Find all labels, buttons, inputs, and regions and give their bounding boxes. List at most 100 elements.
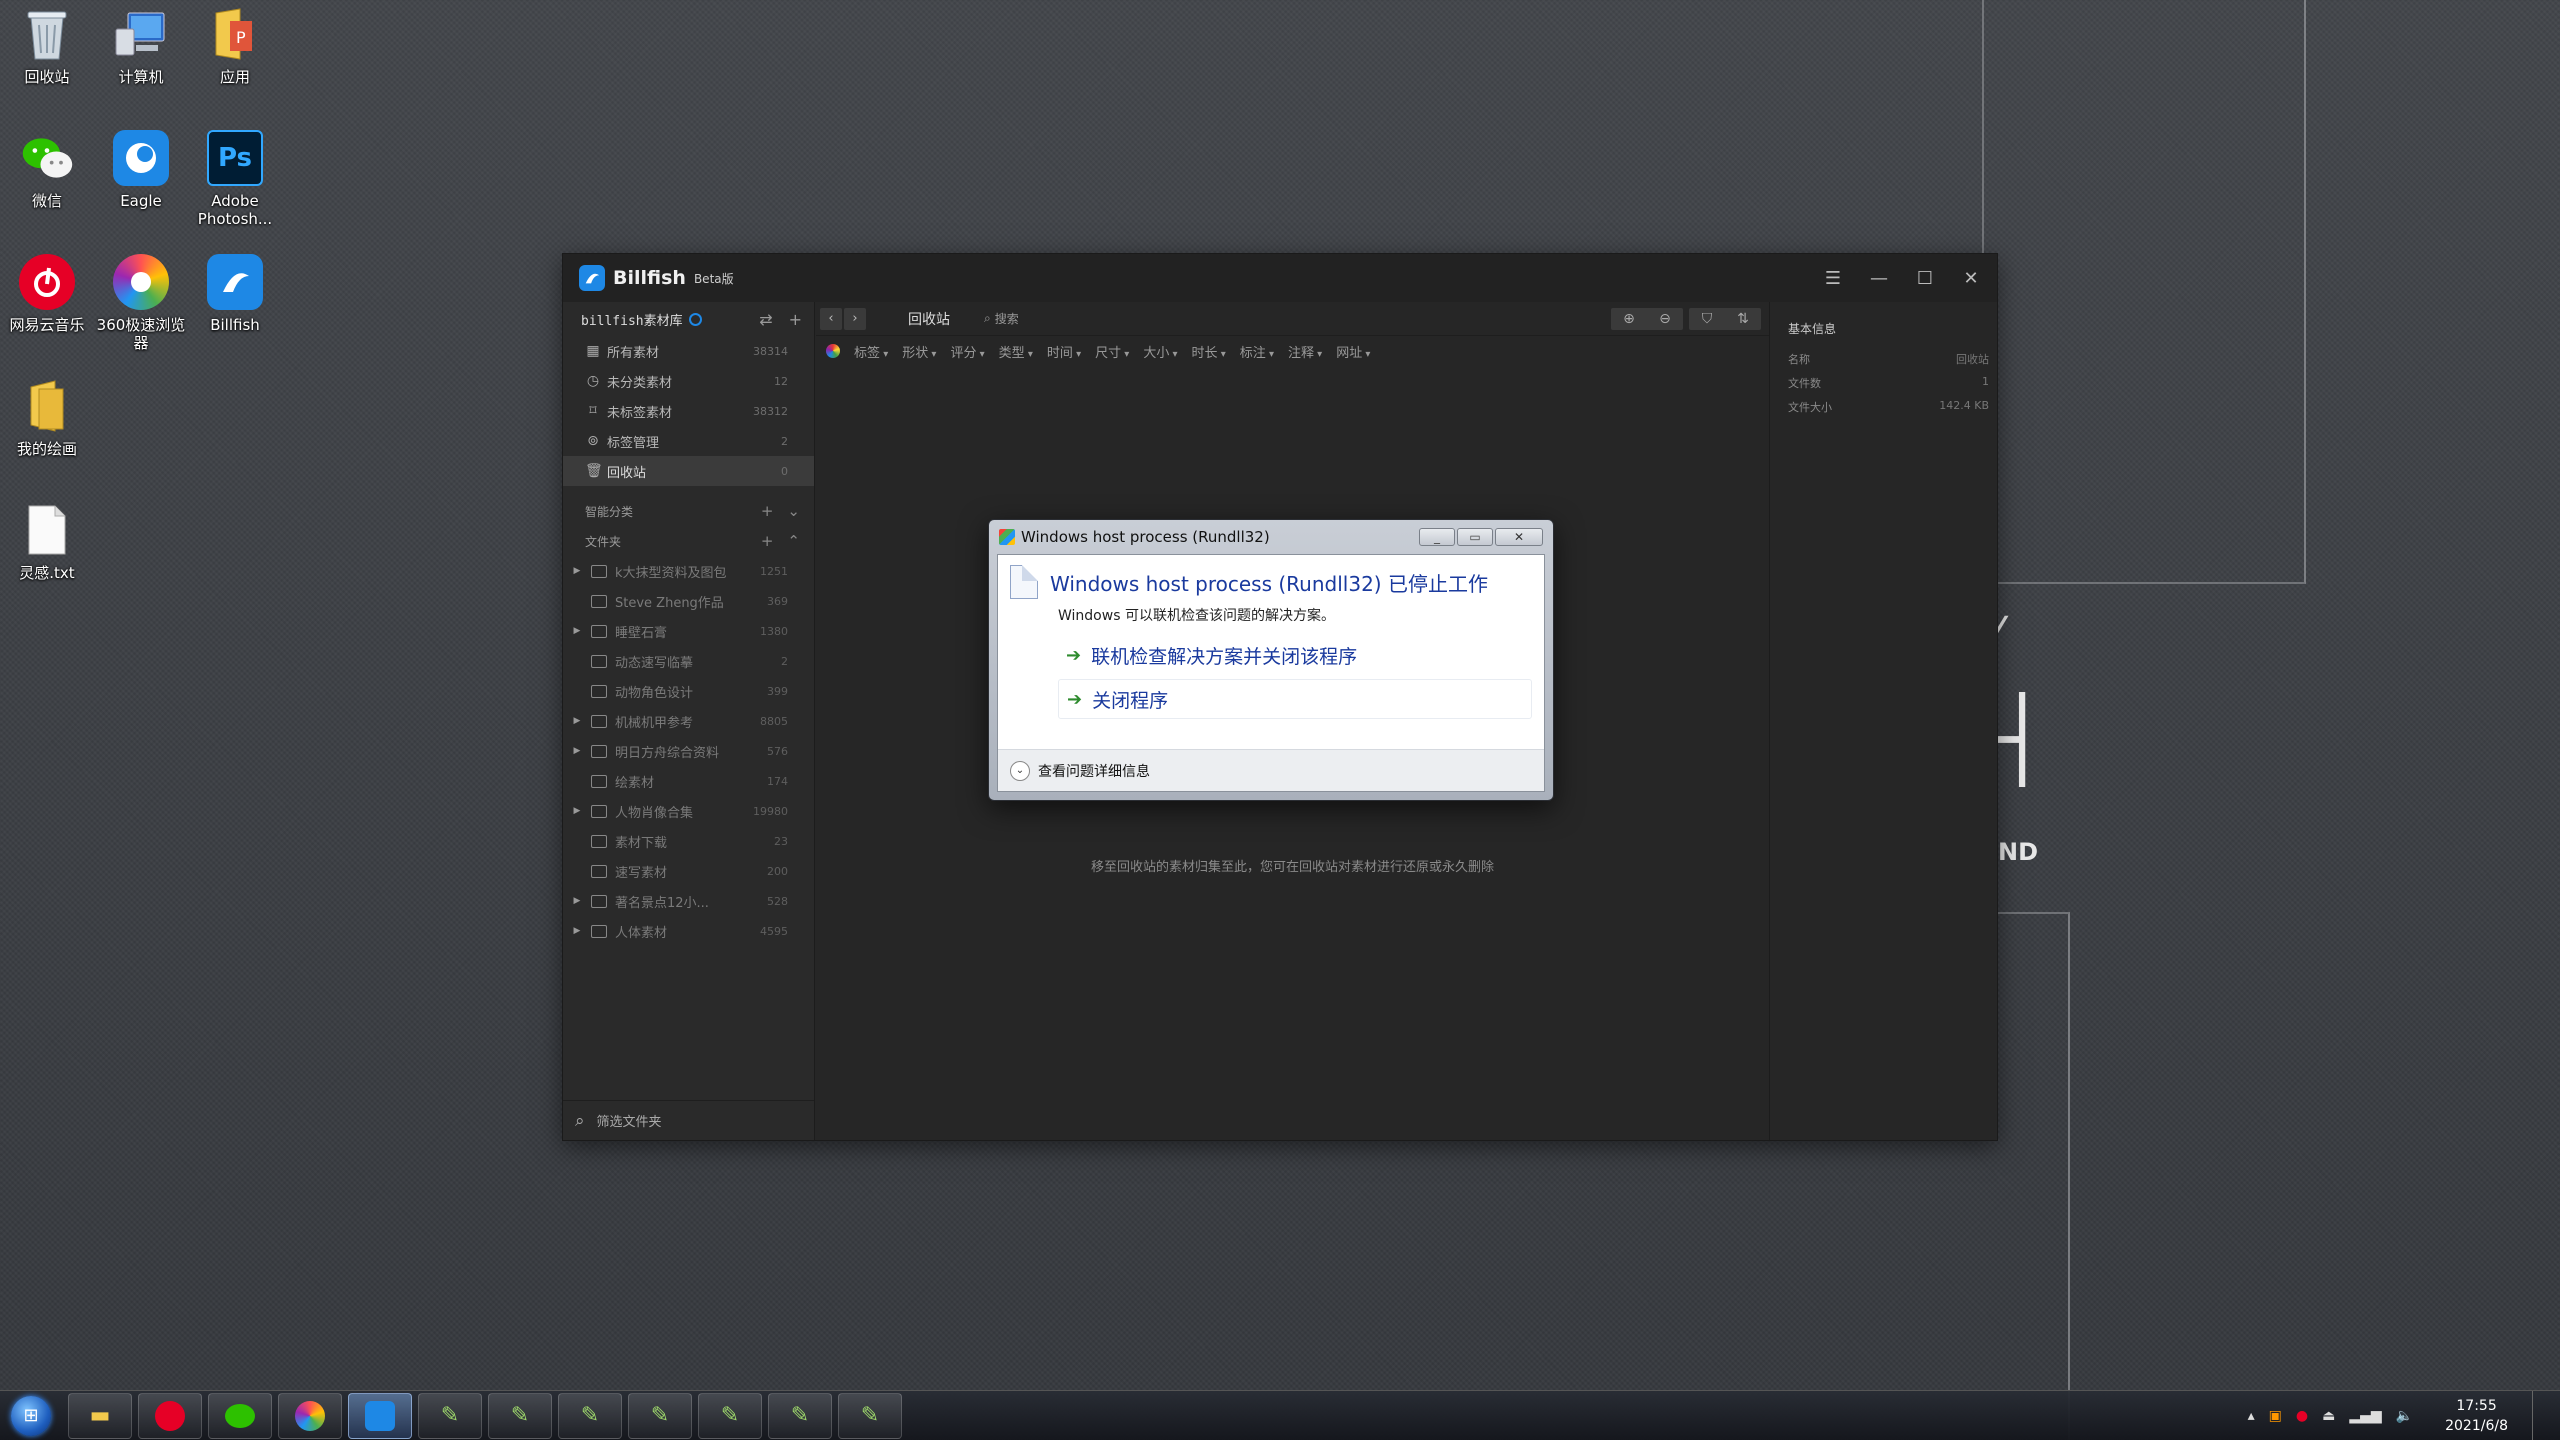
filter-dropdown[interactable]: 评分 (950, 342, 984, 361)
expand-arrow-icon[interactable]: ▶ (569, 746, 585, 756)
folder-item[interactable]: 动物角色设计 399 (563, 676, 814, 706)
search-box[interactable]: ⌕ 搜索 (984, 310, 1019, 327)
folder-item[interactable]: ▶ 机械机甲参考 8805 (563, 706, 814, 736)
add-icon[interactable]: + (761, 532, 774, 550)
folder-item[interactable]: ▶ 睡壁石膏 1380 (563, 616, 814, 646)
folder-filter[interactable]: ⌕ 筛选文件夹 (563, 1100, 814, 1140)
ime-icon[interactable]: ▣ (2269, 1408, 2282, 1424)
filter-dropdown[interactable]: 类型 (999, 342, 1033, 361)
desktop-icon-my-paintings[interactable]: 我的绘画 (0, 378, 94, 458)
desktop-icon-netease-music[interactable]: 网易云音乐 (0, 254, 94, 334)
folder-section-header[interactable]: 文件夹 + ⌃ (563, 526, 814, 556)
clock[interactable]: 17:55 2021/6/8 (2445, 1396, 2508, 1436)
desktop-icon-360-browser[interactable]: 360极速浏览器 (94, 254, 188, 352)
show-desktop-button[interactable] (2532, 1390, 2546, 1440)
expand-arrow-icon[interactable]: ▶ (569, 896, 585, 906)
filter-dropdown[interactable]: 时长 (1192, 342, 1226, 361)
taskbar-rundll[interactable]: ✎ (558, 1392, 622, 1439)
color-filter-icon[interactable] (826, 344, 840, 358)
taskbar-360-browser[interactable] (278, 1392, 342, 1439)
switch-library-icon[interactable]: ⇄ (759, 310, 772, 329)
back-button[interactable]: ‹ (820, 307, 842, 330)
zoom-out-icon[interactable]: ⊖ (1647, 308, 1683, 330)
taskbar-explorer[interactable]: ▬ (68, 1392, 132, 1439)
nav-recycle-bin[interactable]: 🗑 回收站 0 (563, 456, 814, 486)
library-selector[interactable]: billfish素材库 ⇄ + (563, 302, 814, 336)
folder-filter-input[interactable]: 筛选文件夹 (597, 1111, 662, 1130)
folder-count: 528 (767, 894, 788, 908)
taskbar-rundll[interactable]: ✎ (838, 1392, 902, 1439)
start-button[interactable]: ⊞ (0, 1391, 62, 1440)
taskbar-rundll[interactable]: ✎ (418, 1392, 482, 1439)
folder-item[interactable]: ▶ k大抹型资料及图包 1251 (563, 556, 814, 586)
desktop-icon-wechat[interactable]: 微信 (0, 130, 94, 210)
nav-tag-management[interactable]: ⊚ 标签管理 2 (563, 426, 814, 456)
taskbar-rundll[interactable]: ✎ (768, 1392, 832, 1439)
view-details-toggle[interactable]: ⌄ 查看问题详细信息 (998, 749, 1544, 791)
nav-uncategorized[interactable]: ◷ 未分类素材 12 (563, 366, 814, 396)
dialog-close-button[interactable]: ✕ (1495, 528, 1543, 546)
volume-icon[interactable]: 🔈 (2396, 1408, 2413, 1424)
sort-icon[interactable]: ⇅ (1725, 308, 1761, 330)
expand-arrow-icon[interactable]: ▶ (569, 806, 585, 816)
expand-arrow-icon[interactable]: ▶ (569, 716, 585, 726)
filter-dropdown[interactable]: 标注 (1240, 342, 1274, 361)
netease-tray-icon[interactable]: ● (2296, 1408, 2308, 1424)
close-program-option[interactable]: ➔ 关闭程序 (1058, 679, 1532, 719)
minimize-button[interactable]: — (1869, 268, 1889, 289)
filter-dropdown[interactable]: 注释 (1288, 342, 1322, 361)
usb-icon[interactable]: ⏏ (2322, 1408, 2335, 1424)
taskbar-netease-music[interactable] (138, 1392, 202, 1439)
desktop-icon-recycle-bin[interactable]: 回收站 (0, 6, 94, 86)
taskbar-billfish[interactable] (348, 1392, 412, 1439)
folder-item[interactable]: Steve Zheng作品 369 (563, 586, 814, 616)
folder-item[interactable]: 素材下载 23 (563, 826, 814, 856)
close-button[interactable]: ✕ (1961, 268, 1981, 289)
maximize-button[interactable]: ☐ (1915, 268, 1935, 289)
expand-arrow-icon[interactable]: ▶ (569, 626, 585, 636)
folder-item[interactable]: 速写素材 200 (563, 856, 814, 886)
add-library-icon[interactable]: + (789, 310, 802, 329)
smart-category-header[interactable]: 智能分类 + ⌄ (563, 496, 814, 526)
dialog-maximize-button[interactable]: ▭ (1457, 528, 1493, 546)
desktop-icon-eagle[interactable]: Eagle (94, 130, 188, 210)
filter-dropdown[interactable]: 尺寸 (1095, 342, 1129, 361)
desktop-icon-computer[interactable]: 计算机 (94, 6, 188, 86)
add-icon[interactable]: + (761, 502, 774, 520)
expand-arrow-icon[interactable]: ▶ (569, 926, 585, 936)
desktop-icon-photoshop[interactable]: Ps Adobe Photosh... (188, 130, 282, 228)
network-icon[interactable]: ▂▄▆ (2349, 1408, 2381, 1424)
filter-icon[interactable]: ⛉ (1689, 308, 1725, 330)
filter-dropdown[interactable]: 形状 (902, 342, 936, 361)
check-online-option[interactable]: ➔ 联机检查解决方案并关闭该程序 (1058, 635, 1532, 675)
chevron-down-icon[interactable]: ⌄ (787, 502, 800, 520)
zoom-in-icon[interactable]: ⊕ (1611, 308, 1647, 330)
nav-untagged[interactable]: ⌑ 未标签素材 38312 (563, 396, 814, 426)
folder-item[interactable]: ▶ 人体素材 4595 (563, 916, 814, 946)
expand-arrow-icon[interactable]: ▶ (569, 566, 585, 576)
folder-item[interactable]: ▶ 明日方舟综合资料 576 (563, 736, 814, 766)
taskbar-rundll[interactable]: ✎ (628, 1392, 692, 1439)
chevron-up-icon[interactable]: ⌃ (787, 532, 800, 550)
taskbar-wechat[interactable] (208, 1392, 272, 1439)
taskbar-rundll[interactable]: ✎ (488, 1392, 552, 1439)
taskbar-rundll[interactable]: ✎ (698, 1392, 762, 1439)
folder-item[interactable]: ▶ 人物肖像合集 19980 (563, 796, 814, 826)
desktop-icon-billfish[interactable]: Billfish (188, 254, 282, 334)
nav-all-assets[interactable]: ▦ 所有素材 38314 (563, 336, 814, 366)
filter-dropdown[interactable]: 时间 (1047, 342, 1081, 361)
desktop-icon-inspiration-txt[interactable]: 灵感.txt (0, 502, 94, 582)
menu-icon[interactable]: ☰ (1823, 268, 1843, 289)
search-input[interactable]: 搜索 (995, 310, 1019, 327)
dialog-minimize-button[interactable]: _ (1419, 528, 1455, 546)
folder-item[interactable]: ▶ 著名景点12小... 528 (563, 886, 814, 916)
filter-dropdown[interactable]: 网址 (1336, 342, 1370, 361)
folder-item[interactable]: 绘素材 174 (563, 766, 814, 796)
forward-button[interactable]: › (844, 307, 866, 330)
tray-expand-icon[interactable]: ▴ (2248, 1408, 2255, 1424)
desktop-icon-apps-folder[interactable]: P 应用 (188, 6, 282, 86)
folder-item[interactable]: 动态速写临摹 2 (563, 646, 814, 676)
filter-dropdown[interactable]: 大小 (1143, 342, 1177, 361)
filter-dropdown[interactable]: 标签 (854, 342, 888, 361)
netease-music-icon (19, 254, 75, 310)
